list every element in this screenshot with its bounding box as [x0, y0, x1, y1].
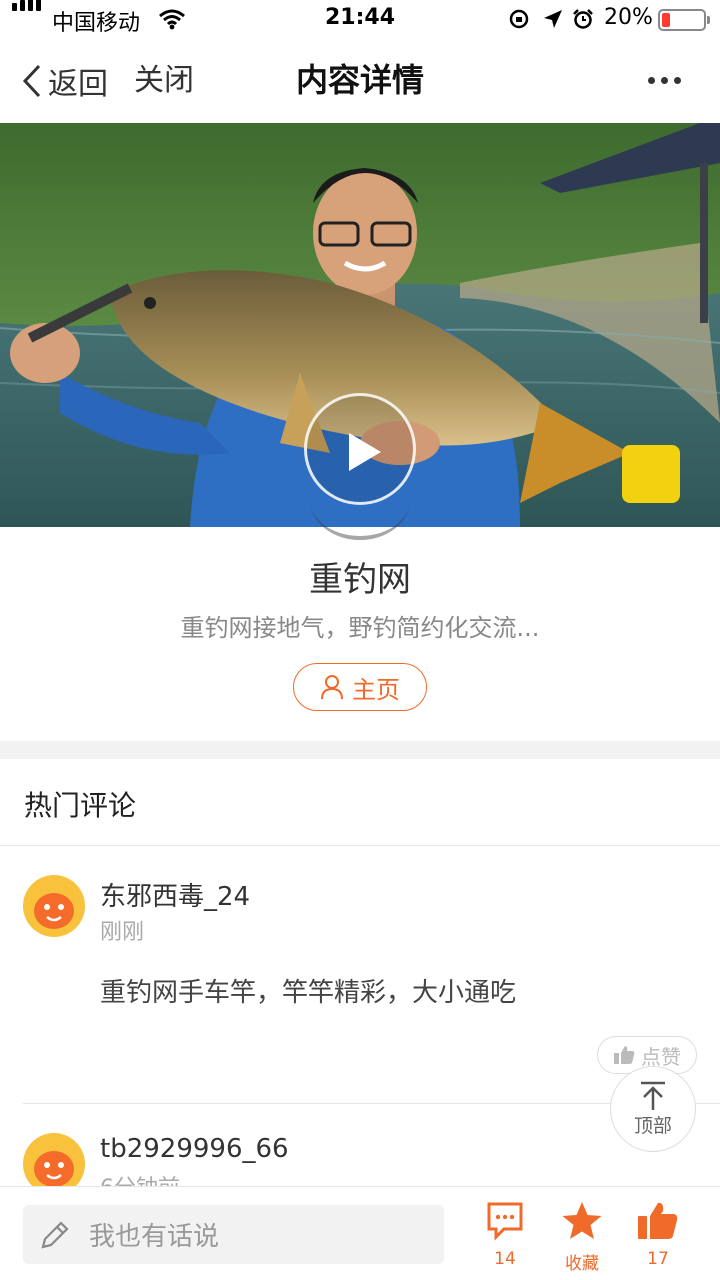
- thumb-up-icon: [614, 1046, 635, 1064]
- favorite-label: 收藏: [565, 1254, 599, 1274]
- back-to-top-button[interactable]: 顶部: [610, 1066, 696, 1152]
- hot-comments-title: 热门评论: [24, 789, 137, 822]
- page-title: 内容详情: [295, 61, 424, 99]
- location-icon: [544, 10, 562, 28]
- author-avatar[interactable]: [310, 500, 410, 540]
- bottom-bar: 我也有话说 14 收藏 17: [0, 1186, 720, 1280]
- pencil-icon: [41, 1220, 69, 1249]
- comment-input[interactable]: 我也有话说: [23, 1205, 444, 1264]
- comment-input-placeholder: 我也有话说: [89, 1222, 220, 1252]
- comment-username[interactable]: 东邪西毒_24: [100, 876, 250, 913]
- comment-avatar[interactable]: [23, 875, 85, 937]
- back-to-top-label: 顶部: [633, 1114, 672, 1137]
- user-icon: [321, 675, 343, 700]
- like-button[interactable]: 17: [622, 1201, 694, 1269]
- comment-like-label: 点赞: [641, 1044, 681, 1069]
- star-icon: [562, 1202, 602, 1239]
- avatar-mascot-icon: [34, 893, 74, 929]
- nav-bar: 返回 关闭 内容详情: [0, 40, 720, 122]
- section-divider: [0, 741, 720, 759]
- status-bar: 中国移动 21:44 20%: [0, 0, 720, 40]
- favorite-button[interactable]: 收藏: [546, 1201, 618, 1274]
- comment-icon: [487, 1202, 523, 1241]
- like-count: 17: [647, 1249, 669, 1269]
- thumb-up-icon: [638, 1202, 678, 1239]
- comment-username[interactable]: tb2929996_66: [100, 1134, 289, 1164]
- author-description: 重钓网接地气，野钓简约化交流...: [180, 614, 540, 642]
- battery-percent: 20%: [604, 5, 653, 30]
- comment-time: 刚刚: [100, 920, 145, 945]
- comment-count: 14: [494, 1249, 516, 1269]
- comment-text: 重钓网手车竿，竿竿精彩，大小通吃: [100, 978, 517, 1008]
- play-icon: [349, 433, 381, 471]
- author-name: 重钓网: [309, 560, 411, 600]
- alarm-icon: [573, 9, 593, 29]
- battery-icon: [658, 9, 710, 31]
- author-home-label: 主页: [352, 675, 400, 704]
- more-icon[interactable]: [648, 77, 681, 84]
- comments-button[interactable]: 14: [469, 1201, 541, 1269]
- video-thumbnail[interactable]: [0, 123, 720, 527]
- play-button[interactable]: [304, 393, 416, 505]
- arrow-up-icon: [641, 1081, 665, 1110]
- rotation-lock-icon: [509, 9, 529, 29]
- divider: [0, 845, 720, 846]
- author-home-button[interactable]: 主页: [293, 663, 427, 711]
